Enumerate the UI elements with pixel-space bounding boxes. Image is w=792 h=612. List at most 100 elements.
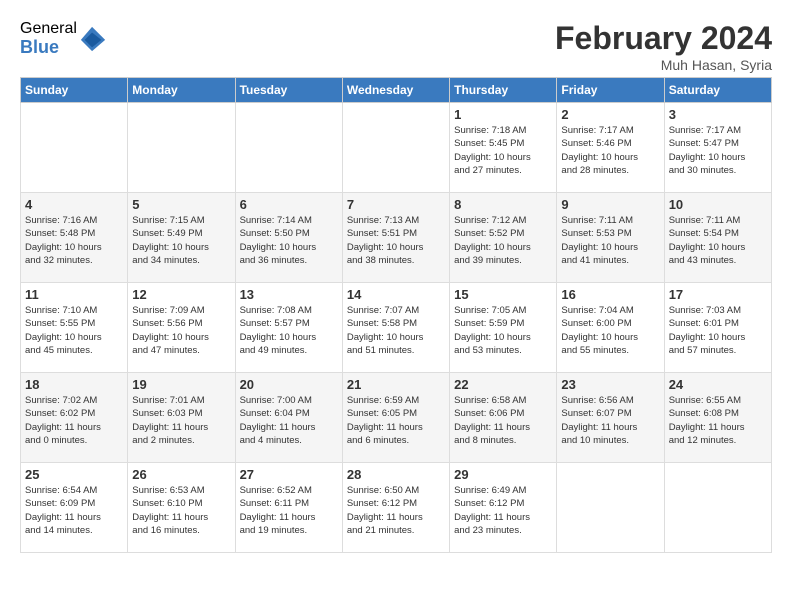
calendar-cell: 17 Sunrise: 7:03 AMSunset: 6:01 PMDayligh… — [664, 283, 771, 373]
day-number: 19 — [132, 377, 230, 392]
calendar-cell — [557, 463, 664, 553]
logo-icon — [79, 25, 107, 53]
col-header-wednesday: Wednesday — [342, 78, 449, 103]
logo-blue: Blue — [20, 38, 77, 58]
calendar-cell: 11 Sunrise: 7:10 AMSunset: 5:55 PMDayligh… — [21, 283, 128, 373]
day-number: 25 — [25, 467, 123, 482]
calendar-week-2: 4 Sunrise: 7:16 AMSunset: 5:48 PMDaylight… — [21, 193, 772, 283]
day-info: Sunrise: 7:11 AMSunset: 5:54 PMDaylight:… — [669, 214, 767, 267]
col-header-friday: Friday — [557, 78, 664, 103]
day-number: 5 — [132, 197, 230, 212]
calendar-cell: 9 Sunrise: 7:11 AMSunset: 5:53 PMDaylight… — [557, 193, 664, 283]
day-number: 26 — [132, 467, 230, 482]
day-number: 3 — [669, 107, 767, 122]
calendar-cell: 13 Sunrise: 7:08 AMSunset: 5:57 PMDayligh… — [235, 283, 342, 373]
day-info: Sunrise: 7:01 AMSunset: 6:03 PMDaylight:… — [132, 394, 230, 447]
col-header-saturday: Saturday — [664, 78, 771, 103]
calendar-cell — [21, 103, 128, 193]
day-info: Sunrise: 7:07 AMSunset: 5:58 PMDaylight:… — [347, 304, 445, 357]
day-info: Sunrise: 6:53 AMSunset: 6:10 PMDaylight:… — [132, 484, 230, 537]
day-number: 13 — [240, 287, 338, 302]
day-number: 12 — [132, 287, 230, 302]
day-info: Sunrise: 7:10 AMSunset: 5:55 PMDaylight:… — [25, 304, 123, 357]
col-header-sunday: Sunday — [21, 78, 128, 103]
calendar-table: SundayMondayTuesdayWednesdayThursdayFrid… — [20, 77, 772, 553]
day-number: 8 — [454, 197, 552, 212]
day-number: 1 — [454, 107, 552, 122]
calendar-cell: 29Sunrise: 6:49 AMSunset: 6:12 PMDayligh… — [450, 463, 557, 553]
calendar-header-row: SundayMondayTuesdayWednesdayThursdayFrid… — [21, 78, 772, 103]
calendar-cell: 26 Sunrise: 6:53 AMSunset: 6:10 PMDayligh… — [128, 463, 235, 553]
calendar-week-4: 18 Sunrise: 7:02 AMSunset: 6:02 PMDayligh… — [21, 373, 772, 463]
calendar-cell: 2Sunrise: 7:17 AMSunset: 5:46 PMDaylight… — [557, 103, 664, 193]
day-number: 7 — [347, 197, 445, 212]
calendar-cell: 1 Sunrise: 7:18 AMSunset: 5:45 PMDaylight… — [450, 103, 557, 193]
calendar-cell — [128, 103, 235, 193]
col-header-tuesday: Tuesday — [235, 78, 342, 103]
day-info: Sunrise: 6:59 AMSunset: 6:05 PMDaylight:… — [347, 394, 445, 447]
calendar-cell: 15 Sunrise: 7:05 AMSunset: 5:59 PMDayligh… — [450, 283, 557, 373]
day-number: 14 — [347, 287, 445, 302]
calendar-cell: 12Sunrise: 7:09 AMSunset: 5:56 PMDayligh… — [128, 283, 235, 373]
day-info: Sunrise: 6:56 AMSunset: 6:07 PMDaylight:… — [561, 394, 659, 447]
day-info: Sunrise: 7:03 AMSunset: 6:01 PMDaylight:… — [669, 304, 767, 357]
calendar-cell: 24 Sunrise: 6:55 AMSunset: 6:08 PMDayligh… — [664, 373, 771, 463]
calendar-cell: 14 Sunrise: 7:07 AMSunset: 5:58 PMDayligh… — [342, 283, 449, 373]
col-header-thursday: Thursday — [450, 78, 557, 103]
day-info: Sunrise: 7:12 AMSunset: 5:52 PMDaylight:… — [454, 214, 552, 267]
day-info: Sunrise: 6:52 AMSunset: 6:11 PMDaylight:… — [240, 484, 338, 537]
page-header: General Blue February 2024 Muh Hasan, Sy… — [20, 20, 772, 73]
calendar-cell — [664, 463, 771, 553]
calendar-week-1: 1 Sunrise: 7:18 AMSunset: 5:45 PMDaylight… — [21, 103, 772, 193]
day-info: Sunrise: 7:17 AMSunset: 5:46 PMDaylight:… — [561, 124, 659, 177]
day-info: Sunrise: 7:08 AMSunset: 5:57 PMDaylight:… — [240, 304, 338, 357]
day-number: 10 — [669, 197, 767, 212]
day-number: 22 — [454, 377, 552, 392]
day-number: 28 — [347, 467, 445, 482]
day-number: 11 — [25, 287, 123, 302]
day-number: 20 — [240, 377, 338, 392]
calendar-cell: 10 Sunrise: 7:11 AMSunset: 5:54 PMDayligh… — [664, 193, 771, 283]
calendar-cell: 25 Sunrise: 6:54 AMSunset: 6:09 PMDayligh… — [21, 463, 128, 553]
calendar-week-3: 11 Sunrise: 7:10 AMSunset: 5:55 PMDayligh… — [21, 283, 772, 373]
col-header-monday: Monday — [128, 78, 235, 103]
calendar-cell: 8 Sunrise: 7:12 AMSunset: 5:52 PMDaylight… — [450, 193, 557, 283]
calendar-cell: 4 Sunrise: 7:16 AMSunset: 5:48 PMDaylight… — [21, 193, 128, 283]
day-info: Sunrise: 7:11 AMSunset: 5:53 PMDaylight:… — [561, 214, 659, 267]
calendar-cell: 6 Sunrise: 7:14 AMSunset: 5:50 PMDaylight… — [235, 193, 342, 283]
calendar-cell: 19 Sunrise: 7:01 AMSunset: 6:03 PMDayligh… — [128, 373, 235, 463]
day-info: Sunrise: 7:18 AMSunset: 5:45 PMDaylight:… — [454, 124, 552, 177]
day-info: Sunrise: 7:14 AMSunset: 5:50 PMDaylight:… — [240, 214, 338, 267]
calendar-cell: 22 Sunrise: 6:58 AMSunset: 6:06 PMDayligh… — [450, 373, 557, 463]
day-info: Sunrise: 7:16 AMSunset: 5:48 PMDaylight:… — [25, 214, 123, 267]
logo-general: General — [20, 20, 77, 38]
calendar-cell: 20Sunrise: 7:00 AMSunset: 6:04 PMDayligh… — [235, 373, 342, 463]
day-number: 27 — [240, 467, 338, 482]
calendar-cell: 3Sunrise: 7:17 AMSunset: 5:47 PMDaylight… — [664, 103, 771, 193]
day-number: 16 — [561, 287, 659, 302]
day-number: 6 — [240, 197, 338, 212]
day-info: Sunrise: 7:05 AMSunset: 5:59 PMDaylight:… — [454, 304, 552, 357]
logo: General Blue — [20, 20, 107, 57]
day-number: 18 — [25, 377, 123, 392]
day-number: 15 — [454, 287, 552, 302]
month-year: February 2024 — [555, 20, 772, 57]
day-number: 24 — [669, 377, 767, 392]
calendar-week-5: 25 Sunrise: 6:54 AMSunset: 6:09 PMDayligh… — [21, 463, 772, 553]
day-info: Sunrise: 6:58 AMSunset: 6:06 PMDaylight:… — [454, 394, 552, 447]
calendar-cell — [235, 103, 342, 193]
day-number: 29 — [454, 467, 552, 482]
calendar-cell: 7 Sunrise: 7:13 AMSunset: 5:51 PMDaylight… — [342, 193, 449, 283]
day-info: Sunrise: 7:04 AMSunset: 6:00 PMDaylight:… — [561, 304, 659, 357]
day-info: Sunrise: 6:55 AMSunset: 6:08 PMDaylight:… — [669, 394, 767, 447]
calendar-cell: 21Sunrise: 6:59 AMSunset: 6:05 PMDayligh… — [342, 373, 449, 463]
calendar-cell: 5Sunrise: 7:15 AMSunset: 5:49 PMDaylight… — [128, 193, 235, 283]
day-number: 17 — [669, 287, 767, 302]
day-info: Sunrise: 7:13 AMSunset: 5:51 PMDaylight:… — [347, 214, 445, 267]
day-number: 23 — [561, 377, 659, 392]
day-info: Sunrise: 6:54 AMSunset: 6:09 PMDaylight:… — [25, 484, 123, 537]
day-number: 4 — [25, 197, 123, 212]
day-number: 9 — [561, 197, 659, 212]
day-info: Sunrise: 7:02 AMSunset: 6:02 PMDaylight:… — [25, 394, 123, 447]
day-info: Sunrise: 6:50 AMSunset: 6:12 PMDaylight:… — [347, 484, 445, 537]
